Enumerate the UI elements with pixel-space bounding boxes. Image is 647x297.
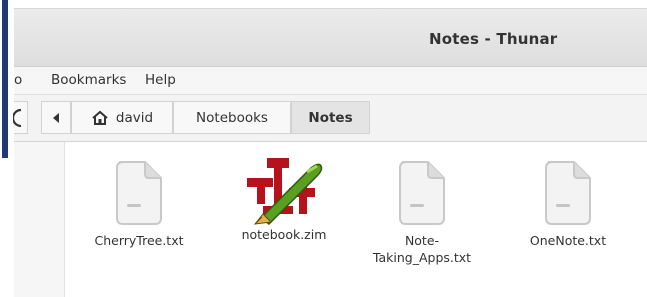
back-arrow-button[interactable] bbox=[41, 101, 71, 134]
side-pane-edge bbox=[14, 142, 65, 297]
file-item[interactable]: OneNote.txt bbox=[508, 160, 628, 249]
file-name: Note- Taking_Apps.txt bbox=[372, 233, 472, 265]
thunar-window: Notes - Thunar o Bookmarks Help david No… bbox=[13, 8, 647, 297]
location-bar: david Notebooks Notes bbox=[13, 95, 647, 142]
breadcrumb-david[interactable]: david bbox=[71, 101, 173, 134]
menu-bookmarks[interactable]: Bookmarks bbox=[51, 72, 126, 88]
chevron-left-icon bbox=[53, 112, 59, 123]
text-document-icon bbox=[399, 161, 445, 225]
breadcrumb-label: david bbox=[115, 109, 154, 126]
file-name: notebook.zim bbox=[241, 227, 327, 242]
menu-help[interactable]: Help bbox=[145, 72, 176, 88]
home-icon bbox=[91, 110, 109, 126]
menu-go[interactable]: o bbox=[14, 72, 22, 88]
menu-bar: o Bookmarks Help bbox=[14, 67, 647, 95]
file-item[interactable]: Note- Taking_Apps.txt bbox=[362, 160, 482, 266]
reload-icon bbox=[13, 108, 22, 128]
toolbar-button-partial[interactable] bbox=[13, 101, 28, 134]
breadcrumb-notebooks[interactable]: Notebooks bbox=[173, 101, 291, 134]
breadcrumb-notes[interactable]: Notes bbox=[291, 101, 370, 134]
zim-pen-icon bbox=[247, 158, 323, 225]
breadcrumb-label: Notes bbox=[308, 109, 353, 126]
file-name: CherryTree.txt bbox=[94, 233, 184, 248]
text-document-icon bbox=[116, 161, 162, 225]
left-edge-strip bbox=[0, 0, 14, 158]
file-item[interactable]: CherryTree.txt bbox=[79, 160, 199, 249]
file-item[interactable]: notebook.zim bbox=[224, 158, 344, 243]
text-document-icon bbox=[545, 161, 591, 225]
file-view[interactable]: CherryTree.txt notebook.zim Note- Taking… bbox=[14, 142, 647, 297]
breadcrumb-label: Notebooks bbox=[196, 109, 268, 126]
window-title: Notes - Thunar bbox=[429, 30, 558, 48]
blue-border bbox=[2, 0, 8, 158]
file-name: OneNote.txt bbox=[529, 233, 607, 248]
title-bar[interactable]: Notes - Thunar bbox=[14, 9, 647, 67]
